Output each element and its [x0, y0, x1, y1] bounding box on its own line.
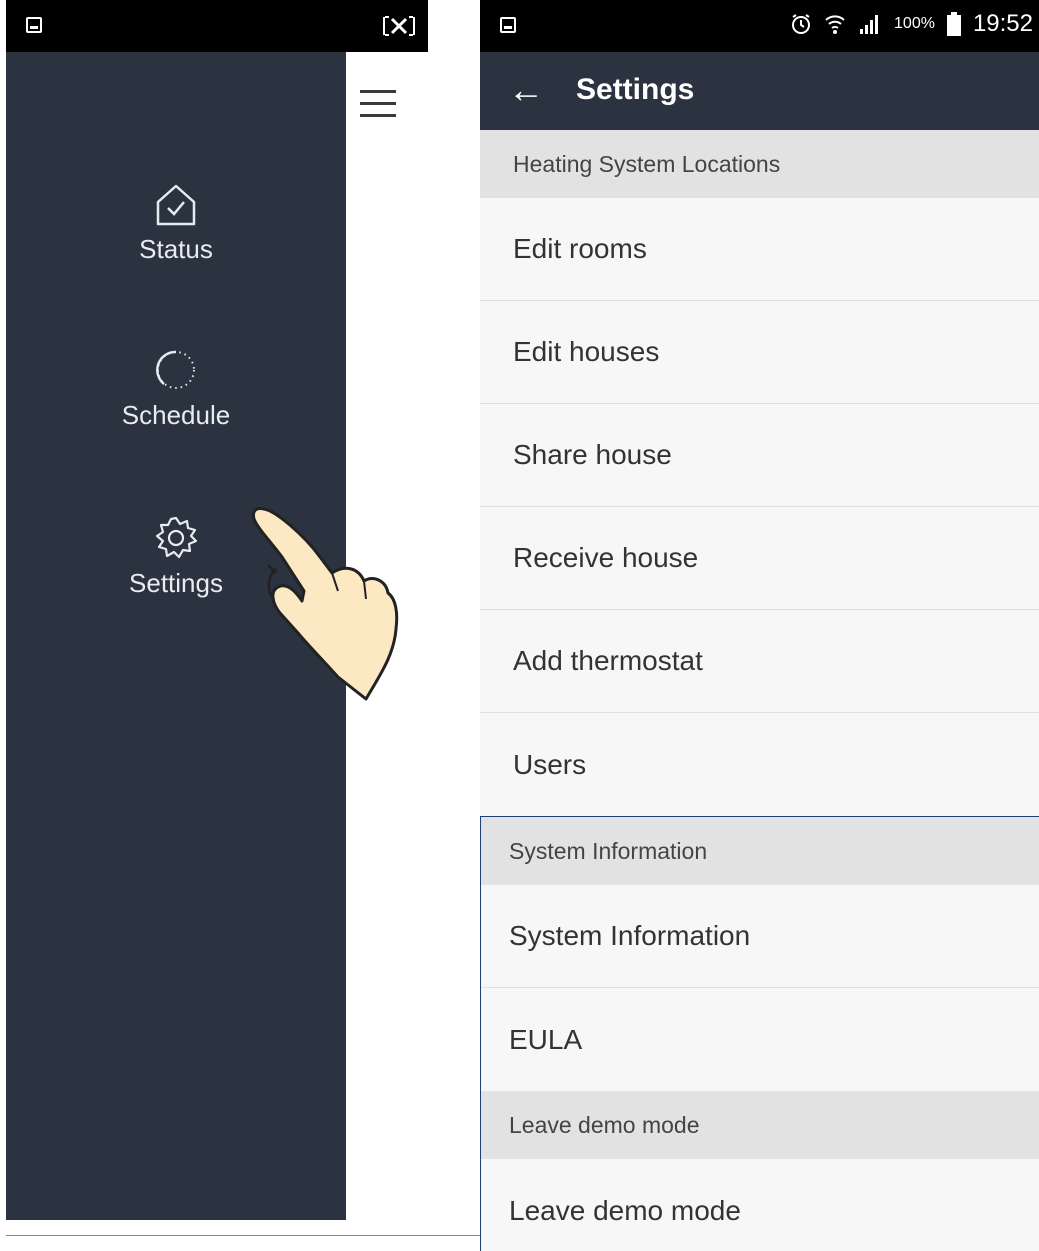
screenshot-thumbnail-icon [26, 17, 42, 33]
nav-item-schedule[interactable]: Schedule [106, 346, 246, 431]
list-item-users[interactable]: Users [480, 713, 1039, 816]
list-item-add-thermostat[interactable]: Add thermostat [480, 610, 1039, 713]
navigation-drawer: Status Schedule Settings [6, 52, 346, 1220]
screenshot-thumbnail-icon [500, 17, 516, 33]
left-phone-screen: Status Schedule Settings [6, 0, 428, 1220]
page-title: Settings [576, 73, 695, 106]
right-phone-screen: 100% 19:52 ← Settings Heating System Loc… [480, 0, 1039, 1251]
nav-label-status: Status [139, 234, 213, 264]
list-item-edit-rooms[interactable]: Edit rooms [480, 198, 1039, 301]
dotted-circle-icon [156, 350, 195, 389]
nav-label-settings: Settings [129, 568, 223, 598]
nav-item-status[interactable]: Status [106, 180, 246, 265]
divider [6, 1235, 480, 1236]
signal-icon [860, 15, 879, 34]
hamburger-menu-icon[interactable] [360, 90, 396, 120]
list-item-eula[interactable]: EULA [481, 988, 1039, 1091]
list-item-leave-demo-mode[interactable]: Leave demo mode [481, 1159, 1039, 1251]
battery-icon [946, 12, 961, 36]
status-bar [6, 0, 428, 52]
battery-percent: 100% [894, 15, 935, 32]
section-header-heating-system-locations: Heating System Locations [480, 130, 1039, 198]
highlighted-section-box: System Information System Information EU… [480, 816, 1039, 1251]
list-item-receive-house[interactable]: Receive house [480, 507, 1039, 610]
nav-item-settings[interactable]: Settings [106, 514, 246, 599]
list-item-share-house[interactable]: Share house [480, 404, 1039, 507]
section-header-leave-demo-mode: Leave demo mode [481, 1091, 1039, 1159]
status-bar: 100% 19:52 [480, 0, 1039, 52]
main-content-edge [346, 52, 428, 1220]
nav-label-schedule: Schedule [121, 400, 231, 430]
mute-vibrate-icon [383, 16, 415, 36]
list-item-system-information[interactable]: System Information [481, 885, 1039, 988]
settings-list: Heating System Locations Edit rooms Edit… [480, 130, 1039, 1251]
status-time: 19:52 [972, 10, 1033, 37]
alarm-icon [792, 14, 811, 34]
back-arrow-icon[interactable]: ← [508, 68, 544, 112]
gear-icon [155, 516, 198, 559]
house-check-icon [156, 184, 196, 226]
wifi-icon [825, 15, 845, 34]
list-item-edit-houses[interactable]: Edit houses [480, 301, 1039, 404]
section-header-system-information: System Information [481, 817, 1039, 885]
app-toolbar: ← Settings [480, 52, 1039, 130]
